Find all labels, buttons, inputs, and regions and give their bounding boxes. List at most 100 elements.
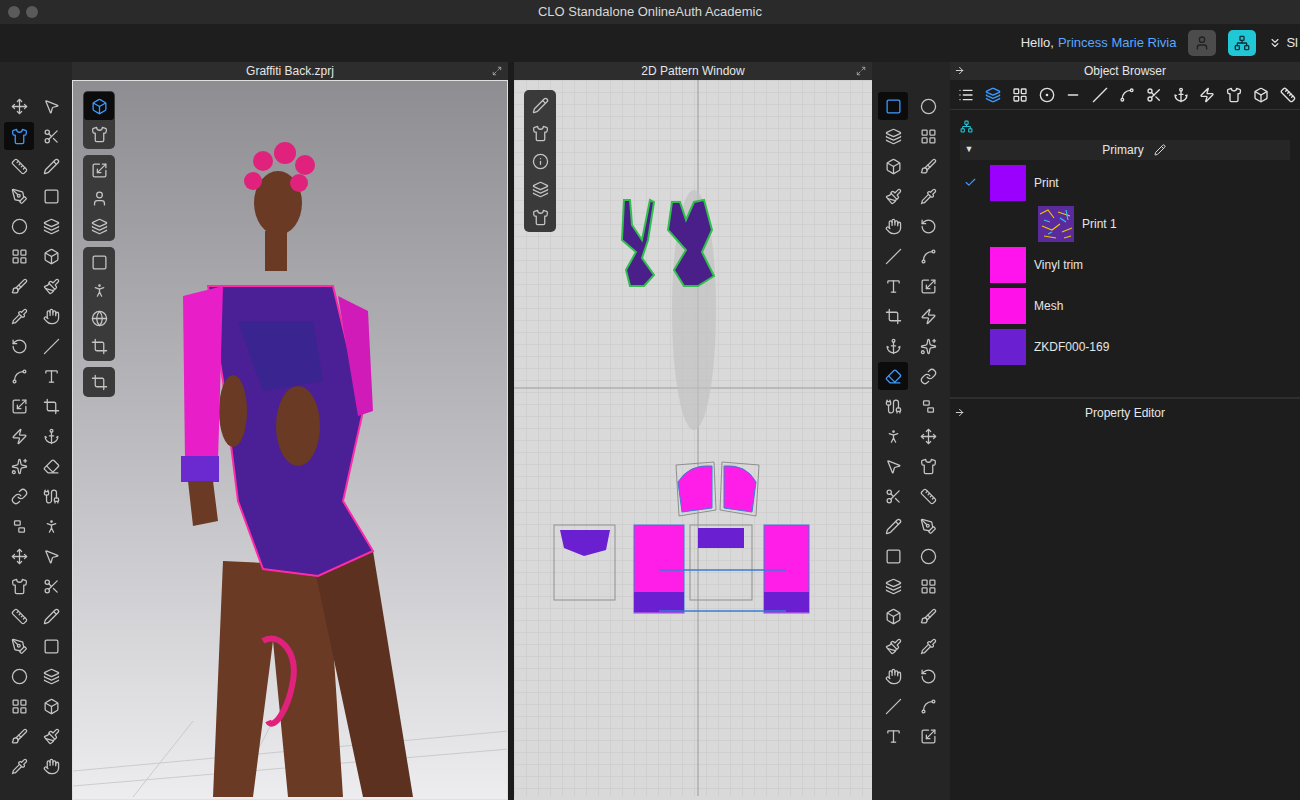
right-tool[interactable] [878,392,908,420]
right-tool[interactable] [913,512,943,540]
left-tool[interactable] [4,692,34,720]
viewport-tool[interactable] [84,92,114,120]
left-tool[interactable] [36,692,66,720]
viewport-3d[interactable] [72,80,508,800]
left-tool[interactable] [4,602,34,630]
left-tool[interactable] [36,152,66,180]
user-link[interactable]: Princess Marie Rivia [1058,33,1176,53]
left-tool[interactable] [36,362,66,390]
close-button[interactable] [8,6,20,18]
viewport-tool[interactable] [84,184,114,212]
right-tool[interactable] [913,92,943,120]
left-tool[interactable] [36,422,66,450]
expand-icon[interactable] [492,66,502,76]
left-tool[interactable] [36,302,66,330]
right-tool[interactable] [913,212,943,240]
pattern-window[interactable] [514,80,872,800]
viewport-tool[interactable] [84,156,114,184]
object-tab[interactable] [1248,82,1273,108]
left-tool[interactable] [4,122,34,150]
left-tool[interactable] [4,392,34,420]
right-tool[interactable] [878,152,908,180]
right-tool[interactable] [878,692,908,720]
right-tool[interactable] [878,362,908,390]
left-tool[interactable] [4,632,34,660]
left-tool[interactable] [4,182,34,210]
fabric-row[interactable]: Mesh [950,287,1300,324]
left-tool[interactable] [36,242,66,270]
left-tool[interactable] [36,482,66,510]
left-tool[interactable] [36,332,66,360]
left-tool[interactable] [4,752,34,780]
right-tool[interactable] [878,662,908,690]
right-tool[interactable] [878,602,908,630]
object-tab[interactable] [981,82,1006,108]
right-tool[interactable] [878,212,908,240]
left-tool[interactable] [4,452,34,480]
left-tool[interactable] [36,512,66,540]
object-tab[interactable] [1008,82,1033,108]
connect-button[interactable] [1228,30,1256,56]
left-tool[interactable] [4,212,34,240]
viewport-tool[interactable] [84,368,114,396]
menu-button[interactable]: Sl [1268,33,1298,53]
left-tool[interactable] [4,152,34,180]
right-tool[interactable] [913,422,943,450]
right-tool[interactable] [913,452,943,480]
collapse-icon[interactable] [954,407,965,418]
right-tool[interactable] [913,182,943,210]
left-tool[interactable] [36,572,66,600]
pattern-tool[interactable] [525,147,555,175]
object-tab[interactable] [1141,82,1166,108]
left-tool[interactable] [36,542,66,570]
minimize-button[interactable] [26,6,38,18]
object-tab[interactable] [954,82,979,108]
right-tool[interactable] [878,272,908,300]
right-tool[interactable] [913,122,943,150]
left-tool[interactable] [4,482,34,510]
colorway-icon[interactable] [960,120,973,133]
left-tool[interactable] [36,632,66,660]
pattern-tool[interactable] [525,119,555,147]
left-tool[interactable] [4,722,34,750]
left-tool[interactable] [4,512,34,540]
viewport-tool[interactable] [84,304,114,332]
right-tool[interactable] [878,92,908,120]
left-tool[interactable] [4,572,34,600]
viewport-tool[interactable] [84,120,114,148]
right-tool[interactable] [878,452,908,480]
right-tool[interactable] [878,482,908,510]
left-tool[interactable] [4,542,34,570]
object-tab[interactable] [1115,82,1140,108]
right-tool[interactable] [913,302,943,330]
left-tool[interactable] [36,452,66,480]
right-tool[interactable] [878,122,908,150]
left-tool[interactable] [36,602,66,630]
left-tool[interactable] [36,122,66,150]
left-tool[interactable] [4,242,34,270]
right-tool[interactable] [878,512,908,540]
object-tab[interactable] [1168,82,1193,108]
right-tool[interactable] [913,572,943,600]
right-tool[interactable] [913,362,943,390]
object-tab[interactable] [1088,82,1113,108]
object-tab[interactable] [1034,82,1059,108]
profile-button[interactable] [1188,30,1216,56]
right-tool[interactable] [913,332,943,360]
right-tool[interactable] [878,422,908,450]
left-tool[interactable] [36,212,66,240]
left-tool[interactable] [4,302,34,330]
right-tool[interactable] [913,392,943,420]
pattern-tool[interactable] [525,175,555,203]
pattern-tool[interactable] [525,91,555,119]
expand-icon[interactable] [856,66,866,76]
collapse-icon[interactable] [954,65,965,76]
pattern-tool[interactable] [525,203,555,231]
right-tool[interactable] [913,662,943,690]
fabric-row[interactable]: ZKDF000-169 [950,328,1300,365]
viewport-tool[interactable] [84,212,114,240]
pattern-canvas[interactable] [514,80,872,796]
colorway-row[interactable]: ▼Primary [960,140,1290,160]
left-tool[interactable] [4,422,34,450]
object-tab[interactable] [1275,82,1300,108]
